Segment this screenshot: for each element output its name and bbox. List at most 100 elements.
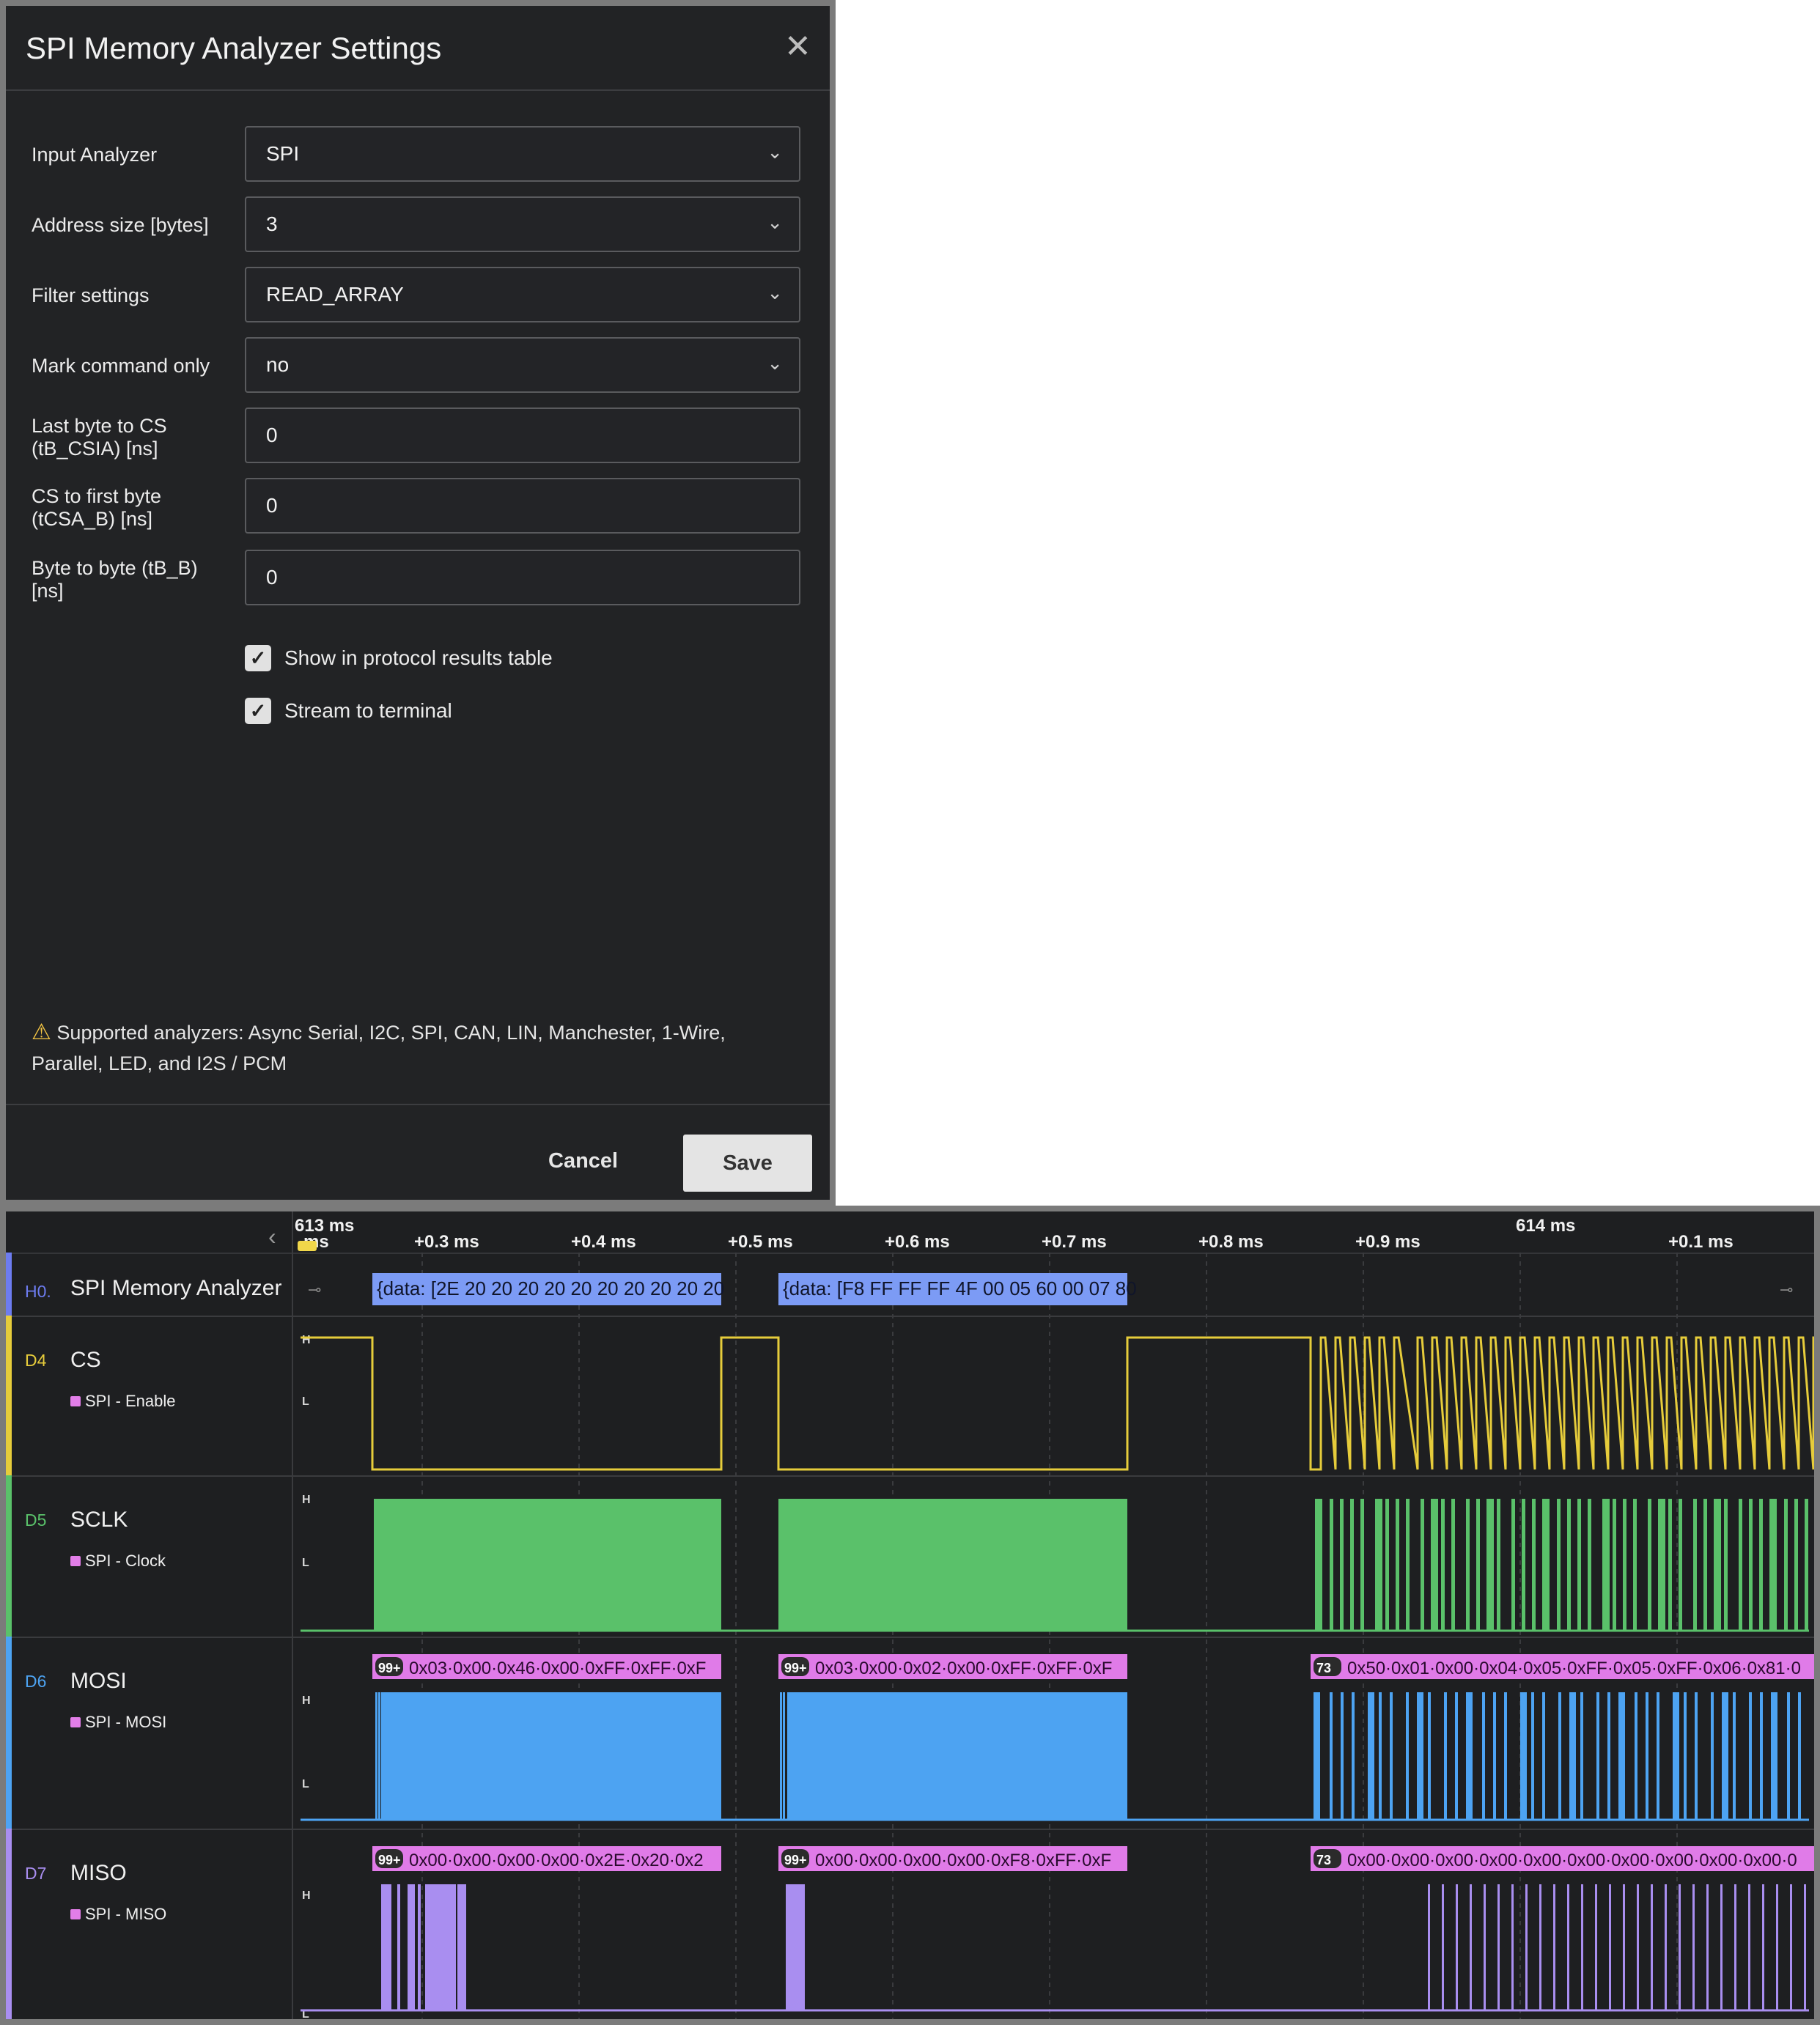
miso-pulse [1497, 1884, 1500, 2010]
sclk-pulse [1648, 1499, 1651, 1631]
mosi-pulse [1733, 1692, 1736, 1820]
sclk-pulse [1385, 1499, 1389, 1631]
sclk-pulse [1623, 1499, 1626, 1631]
mosi-edge [378, 1692, 380, 1820]
mosi-pulse [1493, 1692, 1496, 1820]
mosi-pulse [1341, 1692, 1344, 1820]
sclk-pulse [1476, 1499, 1480, 1631]
miso-pulse [381, 1884, 391, 2010]
miso-pulse [1511, 1884, 1514, 2010]
address-size-label: Address size [bytes] [32, 214, 209, 236]
sclk-pulse [1330, 1499, 1333, 1631]
mosi-pulse [1542, 1692, 1545, 1820]
input-analyzer-label: Input Analyzer [32, 144, 158, 166]
supported-analyzers-text: Supported analyzers: Async Serial, I2C, … [32, 1022, 726, 1074]
miso-pulse [1762, 1884, 1764, 2010]
miso-pulse [786, 1884, 805, 2010]
sclk-pulse [1396, 1499, 1399, 1631]
level-high-marker: H [302, 1494, 311, 1506]
byte-to-byte-value: 0 [266, 566, 278, 589]
miso-pulse [1776, 1884, 1778, 2010]
chevron-down-icon: ⌄ [767, 352, 783, 374]
mosi-pulse [1569, 1692, 1576, 1820]
sclk-pulse [1769, 1499, 1777, 1631]
miso-pulse [408, 1884, 415, 2010]
mosi-frame-badge-text: 99+ [378, 1661, 401, 1675]
input-analyzer-select[interactable]: SPI ⌄ [245, 126, 800, 182]
mosi-pulse [1722, 1692, 1728, 1820]
stream-to-terminal-label: Stream to terminal [284, 699, 452, 722]
last-byte-to-cs-input[interactable]: 0 [245, 407, 800, 463]
sclk-pulse [1613, 1499, 1616, 1631]
mosi-pulse [1444, 1692, 1447, 1820]
cancel-button[interactable]: Cancel [548, 1149, 618, 1173]
miso-pulse [1748, 1884, 1750, 2010]
sclk-pulse [1441, 1499, 1445, 1631]
miso-pulse [1609, 1884, 1611, 2010]
mosi-pulse [1330, 1692, 1333, 1820]
waveform-traces[interactable]: HLHLHLHL⊸ ⊸{data: [2E 20 20 20 20 20 20 2… [6, 1211, 1814, 2019]
level-high-marker: H [302, 1694, 311, 1707]
mosi-pulse [1504, 1692, 1507, 1820]
mosi-pulse [1749, 1692, 1752, 1820]
mosi-frame-badge-text: 73 [1316, 1661, 1331, 1675]
last-byte-to-cs-value: 0 [266, 424, 278, 446]
miso-pulse [1442, 1884, 1444, 2010]
level-low-marker: L [302, 1557, 309, 1569]
mosi-frame-label: 0x50·0x01·0x00·0x04·0x05·0xFF·0x05·0xFF·… [1347, 1659, 1801, 1678]
chevron-down-icon: ⌄ [767, 141, 783, 163]
sclk-pulse [1658, 1499, 1665, 1631]
miso-pulse [1539, 1884, 1541, 2010]
sclk-pulse [1679, 1499, 1682, 1631]
mosi-edge [780, 1692, 782, 1820]
mosi-pulse [1314, 1692, 1320, 1820]
mosi-pulse [1673, 1692, 1679, 1820]
sclk-pulse [1577, 1499, 1581, 1631]
miso-pulse [1456, 1884, 1458, 2010]
sclk-pulse [1749, 1499, 1753, 1631]
cs-trace [301, 1336, 1814, 1471]
mosi-frame-badge-text: 99+ [784, 1661, 807, 1675]
sclk-pulse [1522, 1499, 1525, 1631]
address-size-select[interactable]: 3 ⌄ [245, 196, 800, 252]
miso-pulse [1651, 1884, 1653, 2010]
stream-to-terminal-checkbox[interactable]: ✓ [245, 698, 271, 724]
sclk-pulse [1724, 1499, 1728, 1631]
cs-to-first-byte-input[interactable]: 0 [245, 478, 800, 534]
warning-icon: ⚠ [32, 1020, 51, 1044]
miso-pulse [1567, 1884, 1569, 2010]
dialog-divider [6, 89, 830, 91]
save-button[interactable]: Save [683, 1135, 812, 1192]
sclk-pulse [1693, 1499, 1697, 1631]
miso-pulse [1637, 1884, 1639, 2010]
sclk-pulse [1703, 1499, 1707, 1631]
miso-frame-badge-text: 99+ [784, 1853, 807, 1867]
byte-to-byte-input[interactable]: 0 [245, 550, 800, 605]
mosi-burst [381, 1692, 721, 1820]
miso-pulse [1553, 1884, 1555, 2010]
sclk-pulse [1805, 1499, 1808, 1631]
sclk-pulse [1557, 1499, 1561, 1631]
sclk-pulse [1714, 1499, 1721, 1631]
mosi-pulse [1368, 1692, 1374, 1820]
mosi-pulse [1482, 1692, 1485, 1820]
miso-pulse [425, 1884, 456, 2010]
level-high-marker: H [302, 1889, 311, 1902]
sclk-pulse [1542, 1499, 1550, 1631]
waveform-panel: ‹ 613 ms 614 ms ms +0.3 ms +0.4 ms +0.5 … [0, 1206, 1820, 2025]
mosi-pulse [1520, 1692, 1527, 1820]
filter-settings-select[interactable]: READ_ARRAY ⌄ [245, 267, 800, 322]
mosi-edge [375, 1692, 377, 1820]
sclk-burst [374, 1499, 721, 1631]
supported-analyzers-note: ⚠ Supported analyzers: Async Serial, I2C… [32, 1017, 794, 1079]
mosi-pulse [1618, 1692, 1625, 1820]
sclk-pulse [1668, 1499, 1672, 1631]
miso-pulse [457, 1884, 466, 2010]
byte-to-byte-label: Byte to byte (tB_B) [ns] [32, 557, 198, 602]
show-in-results-checkbox[interactable]: ✓ [245, 645, 271, 671]
mark-command-select[interactable]: no ⌄ [245, 337, 800, 393]
footer-divider [6, 1104, 830, 1105]
close-icon[interactable]: ✕ [784, 31, 811, 63]
mosi-pulse [1428, 1692, 1431, 1820]
miso-pulse [1595, 1884, 1597, 2010]
